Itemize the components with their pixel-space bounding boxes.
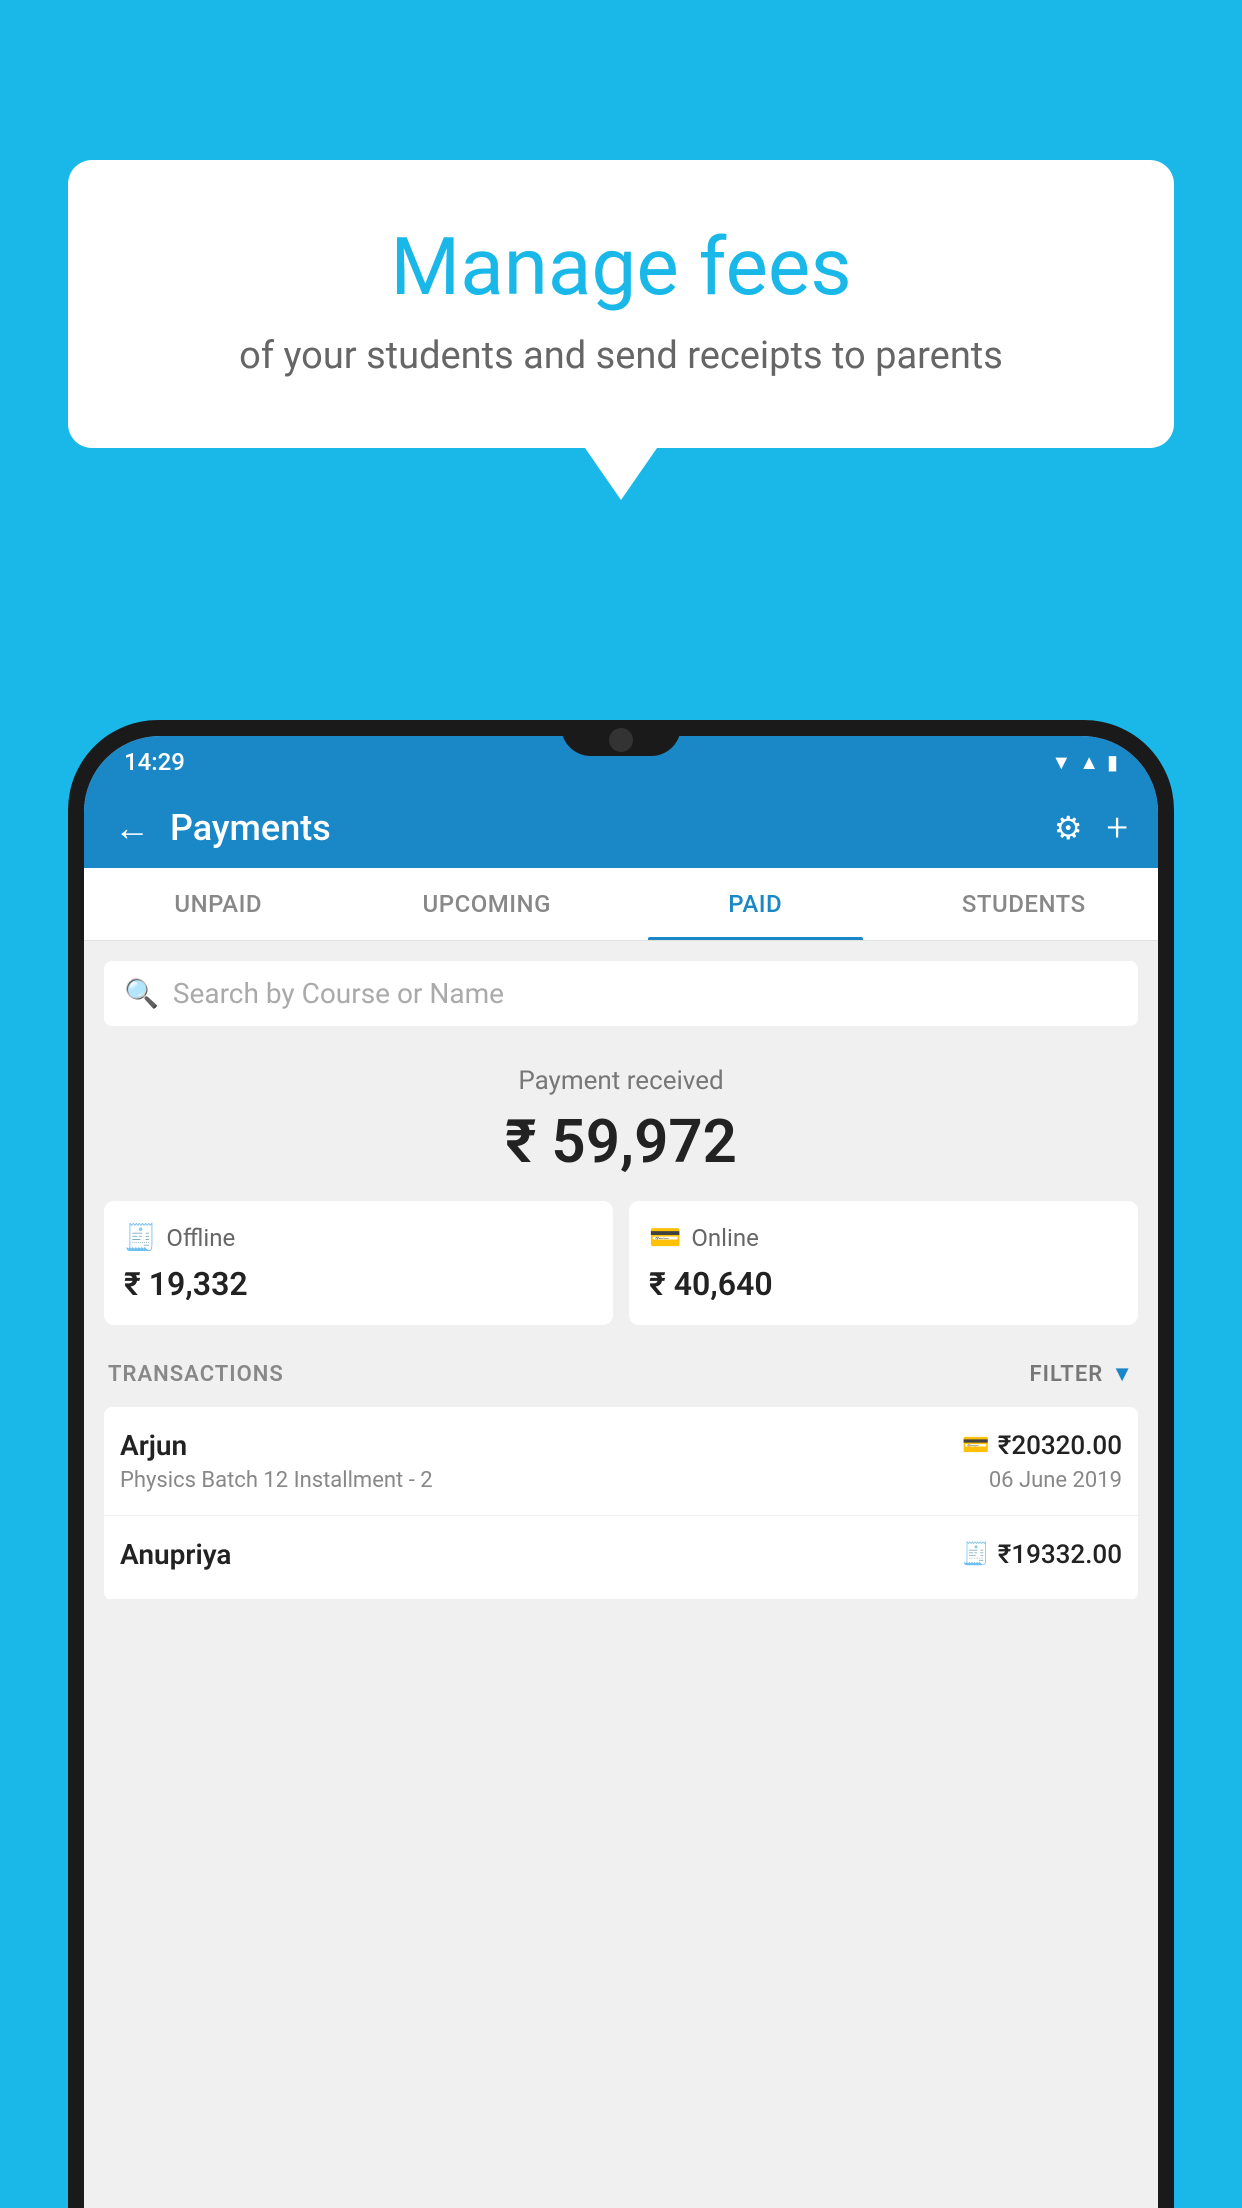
tab-students[interactable]: STUDENTS [890, 868, 1159, 940]
transaction-course: Physics Batch 12 Installment - 2 [120, 1468, 433, 1493]
transaction-row-top: Arjun 💳 ₹20320.00 [120, 1429, 1122, 1462]
transaction-amount-row: 💳 ₹20320.00 [962, 1431, 1122, 1461]
phone-screen: 14:29 ▼ ▲ ▮ ← Payments UNPAID UPCOMING P… [84, 736, 1158, 2208]
transaction-amount-row: 🧾 ₹19332.00 [962, 1540, 1122, 1570]
search-bar[interactable]: 🔍 Search by Course or Name [104, 961, 1138, 1026]
status-time: 14:29 [124, 748, 185, 776]
transaction-amount: ₹20320.00 [998, 1431, 1122, 1461]
app-bar-actions [1054, 806, 1128, 850]
payment-cards: 🧾 Offline ₹ 19,332 💳 Online ₹ 40,640 [104, 1201, 1138, 1325]
speech-bubble: Manage fees of your students and send re… [68, 160, 1174, 448]
online-label: Online [691, 1224, 758, 1252]
search-placeholder-text: Search by Course or Name [173, 977, 504, 1010]
tab-unpaid[interactable]: UNPAID [84, 868, 353, 940]
app-bar-title: Payments [170, 807, 1034, 849]
transactions-header: TRANSACTIONS FILTER ▼ [104, 1345, 1138, 1403]
offline-label: Offline [166, 1224, 235, 1252]
table-row[interactable]: Anupriya 🧾 ₹19332.00 [104, 1516, 1138, 1600]
wifi-icon: ▼ [1051, 750, 1071, 775]
transaction-amount: ₹19332.00 [998, 1540, 1122, 1570]
transaction-name: Arjun [120, 1429, 187, 1462]
offline-payment-card: 🧾 Offline ₹ 19,332 [104, 1201, 613, 1325]
online-payment-icon: 💳 [649, 1223, 681, 1253]
transaction-name: Anupriya [120, 1538, 231, 1571]
filter-label: FILTER [1030, 1362, 1104, 1387]
main-content: 🔍 Search by Course or Name Payment recei… [84, 941, 1158, 1620]
transaction-date: 06 June 2019 [989, 1468, 1122, 1493]
back-button[interactable]: ← [114, 807, 150, 849]
app-bar: ← Payments [84, 788, 1158, 868]
battery-icon: ▮ [1107, 750, 1118, 774]
signal-icon: ▲ [1079, 750, 1099, 775]
bubble-subtitle: of your students and send receipts to pa… [128, 334, 1114, 378]
tabs-bar: UNPAID UPCOMING PAID STUDENTS [84, 868, 1158, 941]
offline-amount: ₹ 19,332 [124, 1265, 593, 1303]
bubble-title: Manage fees [128, 220, 1114, 314]
transactions-section-label: TRANSACTIONS [108, 1362, 284, 1387]
online-amount: ₹ 40,640 [649, 1265, 1118, 1303]
payment-total-amount: ₹ 59,972 [104, 1106, 1138, 1177]
transactions-list: Arjun 💳 ₹20320.00 Physics Batch 12 Insta… [104, 1407, 1138, 1600]
status-icons: ▼ ▲ ▮ [1051, 750, 1118, 775]
filter-icon: ▼ [1111, 1361, 1134, 1387]
add-button[interactable] [1107, 806, 1128, 850]
online-payment-type-icon: 💳 [962, 1433, 989, 1458]
tab-paid[interactable]: PAID [621, 868, 890, 940]
phone-notch [561, 720, 681, 756]
payment-summary: Payment received ₹ 59,972 [104, 1046, 1138, 1201]
transaction-row-top: Anupriya 🧾 ₹19332.00 [120, 1538, 1122, 1571]
online-payment-card: 💳 Online ₹ 40,640 [629, 1201, 1138, 1325]
payment-received-label: Payment received [104, 1066, 1138, 1096]
tab-upcoming[interactable]: UPCOMING [353, 868, 622, 940]
settings-button[interactable] [1054, 809, 1083, 847]
search-icon: 🔍 [124, 977, 159, 1010]
online-card-header: 💳 Online [649, 1223, 1118, 1253]
offline-payment-type-icon: 🧾 [962, 1542, 989, 1567]
phone-camera [609, 728, 633, 752]
table-row[interactable]: Arjun 💳 ₹20320.00 Physics Batch 12 Insta… [104, 1407, 1138, 1516]
offline-card-header: 🧾 Offline [124, 1223, 593, 1253]
phone-frame: 14:29 ▼ ▲ ▮ ← Payments UNPAID UPCOMING P… [68, 720, 1174, 2208]
transaction-row-bottom: Physics Batch 12 Installment - 2 06 June… [120, 1468, 1122, 1493]
offline-payment-icon: 🧾 [124, 1223, 156, 1253]
filter-button[interactable]: FILTER ▼ [1030, 1361, 1134, 1387]
